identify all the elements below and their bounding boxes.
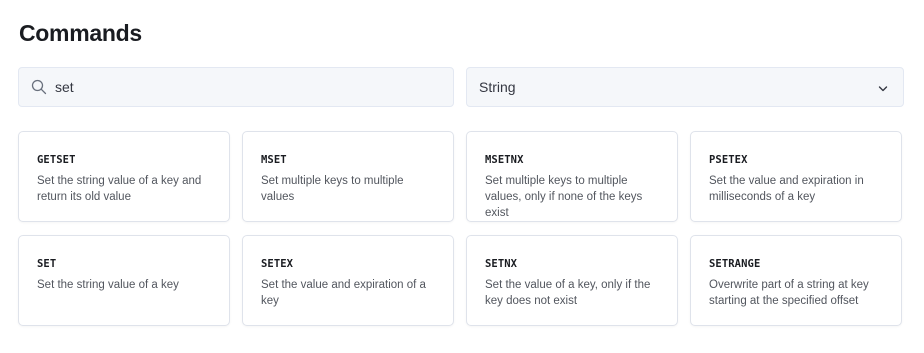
command-name: SET	[37, 258, 57, 270]
command-name: GETSET	[37, 154, 76, 166]
command-card[interactable]: PSETEX Set the value and expiration in m…	[690, 131, 902, 222]
command-card[interactable]: SETNX Set the value of a key, only if th…	[466, 235, 678, 326]
search-input[interactable]	[55, 68, 445, 106]
command-name: PSETEX	[709, 154, 748, 166]
command-card[interactable]: MSETNX Set multiple keys to multiple val…	[466, 131, 678, 222]
command-description: Set the string value of a key	[37, 279, 179, 291]
search-field[interactable]	[18, 67, 454, 107]
command-card[interactable]: MSET Set multiple keys to multiple value…	[242, 131, 454, 222]
command-card[interactable]: SETEX Set the value and expiration of a …	[242, 235, 454, 326]
command-name: SETRANGE	[709, 258, 761, 270]
search-icon	[31, 79, 47, 95]
command-description: Set the value and expiration in millisec…	[709, 175, 864, 203]
category-select-value: String	[479, 79, 516, 95]
command-card[interactable]: SET Set the string value of a key	[18, 235, 230, 326]
command-card[interactable]: SETRANGE Overwrite part of a string at k…	[690, 235, 902, 326]
command-name: SETNX	[485, 258, 518, 270]
command-description: Set the value of a key, only if the key …	[485, 279, 651, 307]
command-description: Set multiple keys to multiple values	[261, 175, 404, 203]
filter-bar: String	[18, 67, 904, 107]
command-card[interactable]: GETSET Set the string value of a key and…	[18, 131, 230, 222]
command-description: Set the string value of a key and return…	[37, 175, 202, 203]
command-description: Set the value and expiration of a key	[261, 279, 426, 307]
command-description: Overwrite part of a string at key starti…	[709, 279, 869, 307]
command-name: MSETNX	[485, 154, 524, 166]
command-name: SETEX	[261, 258, 294, 270]
category-select[interactable]: String	[466, 67, 904, 107]
chevron-down-icon	[877, 82, 889, 94]
page-title: Commands	[19, 20, 142, 46]
command-description: Set multiple keys to multiple values, on…	[485, 175, 643, 219]
command-name: MSET	[261, 154, 287, 166]
commands-grid: GETSET Set the string value of a key and…	[18, 131, 904, 326]
